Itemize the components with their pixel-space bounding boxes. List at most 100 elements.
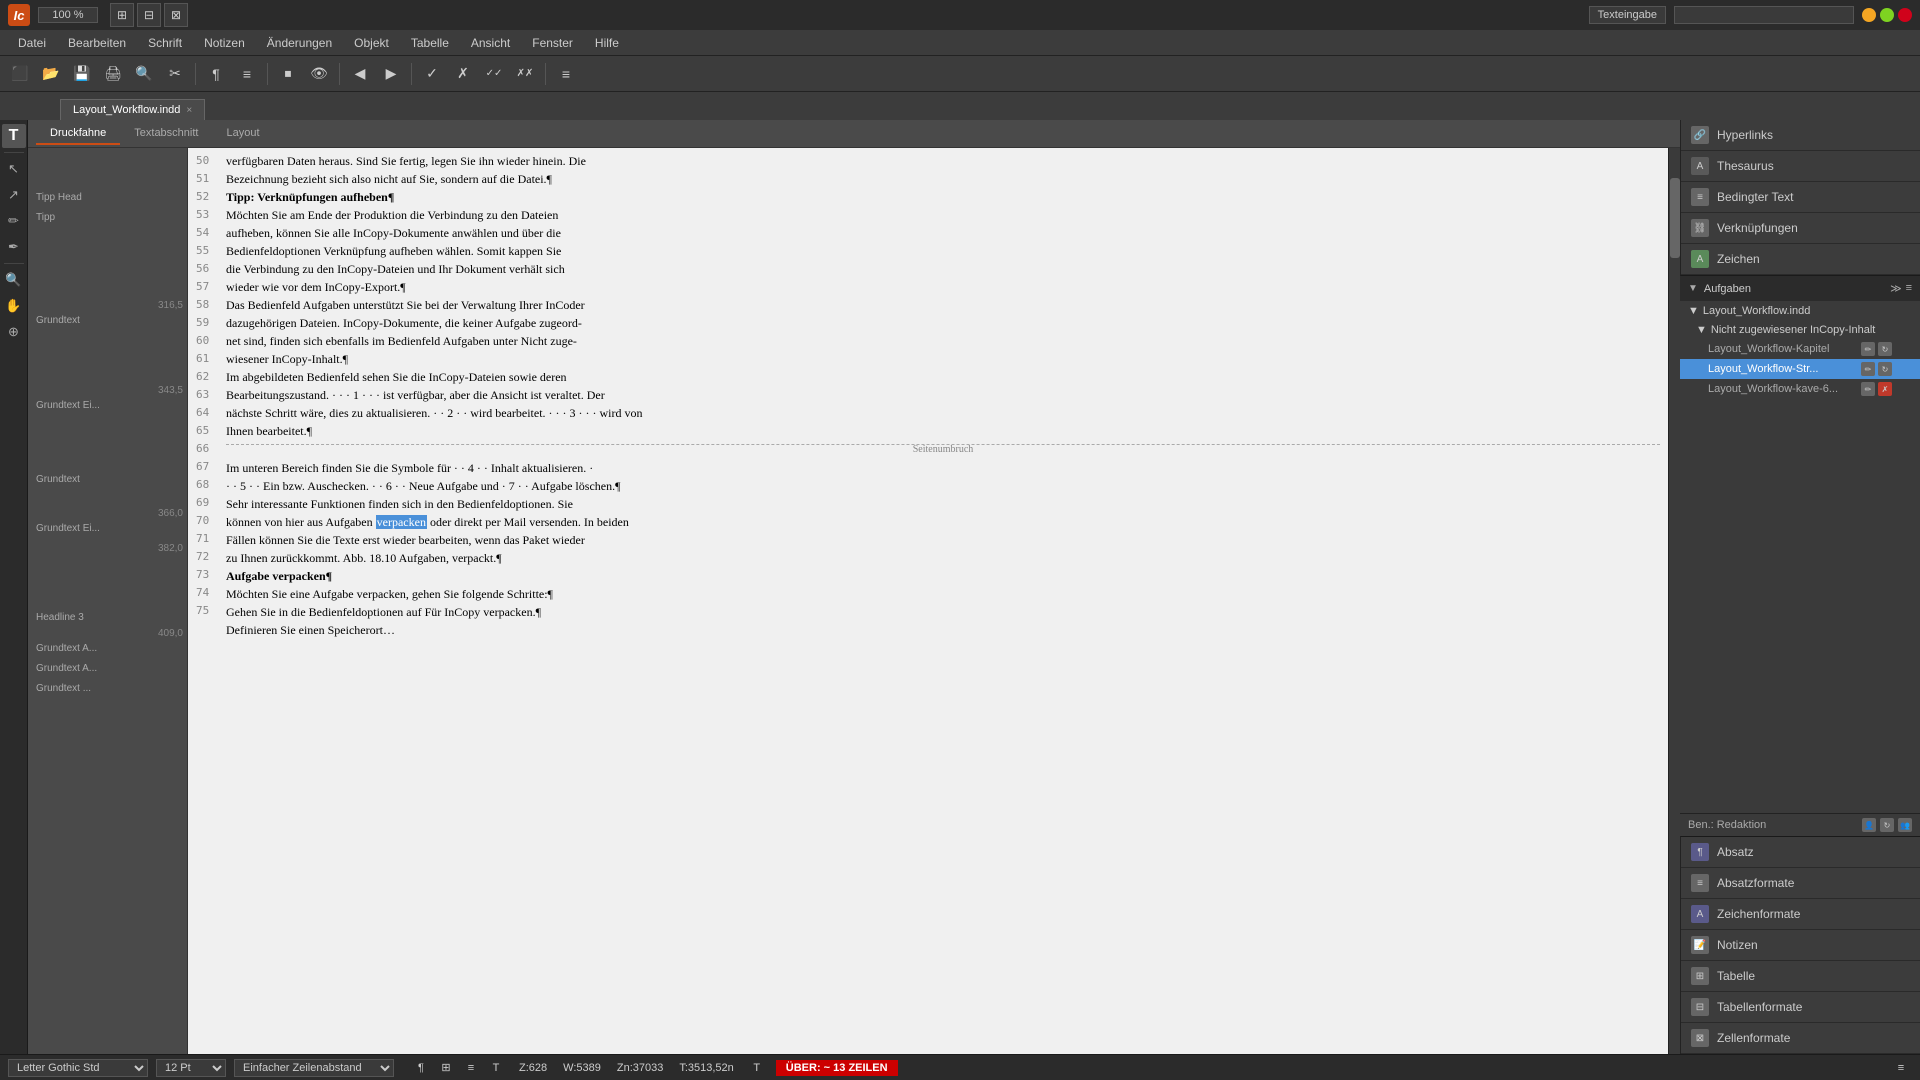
panel-absatz[interactable]: ¶ Absatz (1681, 837, 1920, 868)
menu-hilfe[interactable]: Hilfe (585, 33, 629, 53)
doc-tab-close[interactable]: × (186, 105, 192, 116)
aufgaben-menu-icon[interactable]: ≡ (1906, 282, 1912, 295)
footer-icon-refresh[interactable]: ↻ (1880, 818, 1894, 832)
footer-icon-group[interactable]: 👥 (1898, 818, 1912, 832)
menu-schrift[interactable]: Schrift (138, 33, 192, 53)
toolbar-xall[interactable]: ✗✗ (511, 60, 539, 88)
status-icon[interactable]: T (746, 1057, 768, 1079)
menu-notizen[interactable]: Notizen (194, 33, 255, 53)
tool-pencil[interactable]: ✒ (2, 235, 26, 259)
status-menu-icon[interactable]: ≡ (1890, 1057, 1912, 1079)
panel-notizen[interactable]: 📝 Notizen (1681, 930, 1920, 961)
toolbar-check[interactable]: ✓ (418, 60, 446, 88)
tab-druckfahne[interactable]: Druckfahne (36, 123, 120, 145)
toolbar-open[interactable]: 📂 (37, 60, 65, 88)
font-dropdown[interactable]: Letter Gothic Std (8, 1059, 148, 1077)
aufgaben-item-3[interactable]: Layout_Workflow-kave-6... ✏ ✗ (1680, 379, 1920, 399)
panel-zellenformate[interactable]: ⊠ Zellenformate (1681, 1023, 1920, 1054)
t-value: T:3513,52n (675, 1062, 737, 1074)
tool-hand[interactable]: ✋ (2, 294, 26, 318)
menu-ansicht[interactable]: Ansicht (461, 33, 520, 53)
footer-icon-person[interactable]: 👤 (1862, 818, 1876, 832)
item-2-icon-edit: ✏ (1861, 362, 1875, 376)
menu-objekt[interactable]: Objekt (344, 33, 399, 53)
line-57: wieder wie vor dem InCopy-Export.¶ (226, 278, 1660, 296)
toolbar-sep-1 (195, 63, 196, 85)
panel-zeichen[interactable]: A Zeichen (1681, 244, 1920, 275)
maximize-button[interactable] (1880, 8, 1894, 22)
margin-316: 316,5 (28, 300, 187, 311)
aufgaben-item-1[interactable]: Layout_Workflow-Kapitel ✏ ↻ (1680, 339, 1920, 359)
menu-anderungen[interactable]: Änderungen (257, 33, 342, 53)
panel-zeichenformate[interactable]: A Zeichenformate (1681, 899, 1920, 930)
aufgaben-collapse-icon[interactable]: ▼ (1688, 283, 1698, 294)
notizen-icon: 📝 (1691, 936, 1709, 954)
aufgaben-file[interactable]: ▼ Layout_Workflow.indd (1680, 301, 1920, 321)
panel-absatzformate[interactable]: ≡ Absatzformate (1681, 868, 1920, 899)
style-grundtext-ei-2: Grundtext Ei... (28, 519, 187, 539)
tab-layout[interactable]: Layout (212, 123, 273, 145)
aufgaben-item-2[interactable]: Layout_Workflow-Str... ✏ ↻ (1680, 359, 1920, 379)
indent-icon[interactable]: ≡ (460, 1057, 482, 1079)
hyperlinks-icon: 🔗 (1691, 126, 1709, 144)
text-panel[interactable]: 50 51 52 53 54 55 56 57 58 59 60 61 62 6… (188, 148, 1668, 1054)
toolbar-print[interactable]: 🖨 (99, 60, 127, 88)
toolbar-new[interactable]: ⬛ (6, 60, 34, 88)
tool-pen[interactable]: ✏ (2, 209, 26, 233)
aufgaben-section-nicht[interactable]: ▼ Nicht zugewiesener InCopy-Inhalt (1680, 321, 1920, 339)
panel-hyperlinks[interactable]: 🔗 Hyperlinks (1681, 120, 1920, 151)
view-icon-1[interactable]: ⊞ (110, 3, 134, 27)
toolbar-search[interactable]: 🔍 (130, 60, 158, 88)
menu-tabelle[interactable]: Tabelle (401, 33, 459, 53)
doc-scrollbar[interactable] (1668, 148, 1680, 1054)
toolbar-align[interactable]: ≡ (233, 60, 261, 88)
panel-verknupfungen[interactable]: ⛓ Verknüpfungen (1681, 213, 1920, 244)
main-search-input[interactable] (1674, 6, 1854, 24)
size-dropdown[interactable]: 12 Pt (156, 1059, 226, 1077)
toolbar-x[interactable]: ✗ (449, 60, 477, 88)
text-icon[interactable]: T (485, 1057, 507, 1079)
panel-tabellenformate[interactable]: ⊟ Tabellenformate (1681, 992, 1920, 1023)
aufgaben-expand-icon[interactable]: ≫ (1890, 282, 1902, 295)
panel-bedingter-text[interactable]: ≡ Bedingter Text (1681, 182, 1920, 213)
tab-textabschnitt[interactable]: Textabschnitt (120, 123, 212, 145)
tool-direct[interactable]: ↗ (2, 183, 26, 207)
menu-fenster[interactable]: Fenster (522, 33, 583, 53)
tool-zoom[interactable]: 🔍 (2, 268, 26, 292)
view-icon-2[interactable]: ⊟ (137, 3, 161, 27)
toolbar-para[interactable]: ¶ (202, 60, 230, 88)
align-icon[interactable]: ⊞ (435, 1057, 457, 1079)
toolbar-scissors[interactable]: ✂ (161, 60, 189, 88)
zoom-selector[interactable]: 100 % (38, 7, 98, 23)
item-3-icon-edit: ✏ (1861, 382, 1875, 396)
doc-text[interactable]: verfügbaren Daten heraus. Sind Sie ferti… (226, 152, 1660, 639)
toolbar-menu[interactable]: ≡ (552, 60, 580, 88)
right-panels-container: 🔗 Hyperlinks A Thesaurus ≡ Bedingter Tex… (1680, 120, 1920, 1054)
tool-text[interactable]: T (2, 124, 26, 148)
line-54: aufheben, können Sie alle InCopy-Dokumen… (226, 224, 1660, 242)
doc-tab-active[interactable]: Layout_Workflow.indd × (60, 99, 205, 120)
view-icon-3[interactable]: ⊠ (164, 3, 188, 27)
menu-bearbeiten[interactable]: Bearbeiten (58, 33, 136, 53)
content-area: Druckfahne Textabschnitt Layout Tipp Hea… (28, 120, 1680, 1054)
scroll-thumb[interactable] (1670, 178, 1680, 258)
tool-select[interactable]: ↖ (2, 157, 26, 181)
texteingabe-dropdown[interactable]: Texteingabe (1589, 6, 1666, 24)
toolbar-stop[interactable]: ⏹ (274, 60, 302, 88)
zellenformate-label: Zellenformate (1717, 1031, 1790, 1045)
toolbar-save[interactable]: 💾 (68, 60, 96, 88)
close-button[interactable] (1898, 8, 1912, 22)
panel-tabelle[interactable]: ⊞ Tabelle (1681, 961, 1920, 992)
minimize-button[interactable] (1862, 8, 1876, 22)
panel-thesaurus[interactable]: A Thesaurus (1681, 151, 1920, 182)
menu-datei[interactable]: Datei (8, 33, 56, 53)
item-1-icon-edit: ✏ (1861, 342, 1875, 356)
toolbar-next[interactable]: ▶ (377, 60, 405, 88)
toolbar-prev[interactable]: ◀ (346, 60, 374, 88)
toolbar-eye[interactable]: 👁 (305, 60, 333, 88)
tool-misc[interactable]: ⊕ (2, 320, 26, 344)
line-56: die Verbindung zu den InCopy-Dateien und… (226, 260, 1660, 278)
toolbar-checkall[interactable]: ✓✓ (480, 60, 508, 88)
para-icon[interactable]: ¶ (410, 1057, 432, 1079)
spacing-dropdown[interactable]: Einfacher Zeilenabstand (234, 1059, 394, 1077)
